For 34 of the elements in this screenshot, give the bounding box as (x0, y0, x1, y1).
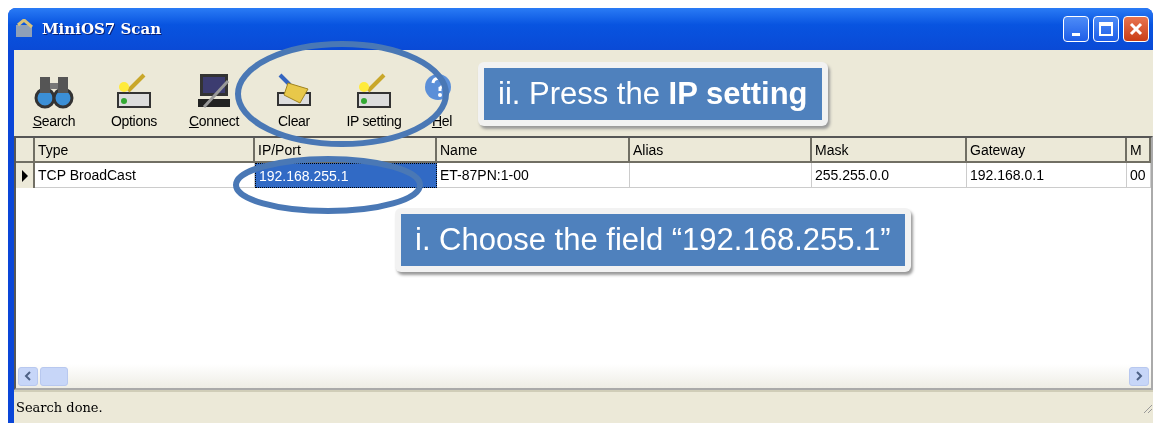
column-header[interactable]: Gateway (967, 138, 1127, 163)
table-cell[interactable]: ET-87PN:1-00 (437, 163, 630, 188)
toolbar-button[interactable]: Clear (254, 71, 334, 132)
callout-text: i. Choose the field “192.168.255.1” (401, 214, 905, 267)
toolbar-button[interactable]: IP setting (334, 71, 414, 132)
maximize-icon (1099, 22, 1113, 36)
table-cell[interactable] (630, 163, 812, 188)
table-cell[interactable]: 00 (1127, 163, 1151, 188)
row-indicator[interactable] (16, 163, 35, 188)
close-icon (1129, 22, 1143, 36)
column-header[interactable]: Type (35, 138, 255, 163)
status-text: Search done. (16, 398, 103, 417)
column-header[interactable]: Alias (630, 138, 812, 163)
wand-panel-icon (114, 71, 154, 111)
toolbar-button[interactable]: Search (14, 71, 94, 132)
header-corner (16, 138, 35, 163)
wand-panel-icon (354, 71, 394, 111)
column-header[interactable]: M (1127, 138, 1151, 163)
callout-text: ii. Press the IP setting (484, 68, 822, 121)
app-icon (14, 19, 36, 39)
close-button[interactable] (1123, 16, 1149, 42)
column-header[interactable]: Mask (812, 138, 967, 163)
window-title: MiniOS7 Scan (42, 18, 162, 40)
minimize-icon (1072, 32, 1080, 36)
table-cell[interactable]: 255.255.0.0 (812, 163, 967, 188)
maximize-button[interactable] (1093, 16, 1119, 42)
column-header[interactable]: Name (437, 138, 630, 163)
table-cell[interactable]: TCP BroadCast (35, 163, 255, 188)
table-cell[interactable]: 192.168.0.1 (967, 163, 1127, 188)
horizontal-scrollbar[interactable] (16, 364, 1151, 388)
minimize-button[interactable] (1063, 16, 1089, 42)
toolbar-button[interactable]: Options (94, 71, 174, 132)
toolbar-button[interactable]: Connect (174, 71, 254, 132)
scroll-thumb[interactable] (40, 366, 68, 386)
